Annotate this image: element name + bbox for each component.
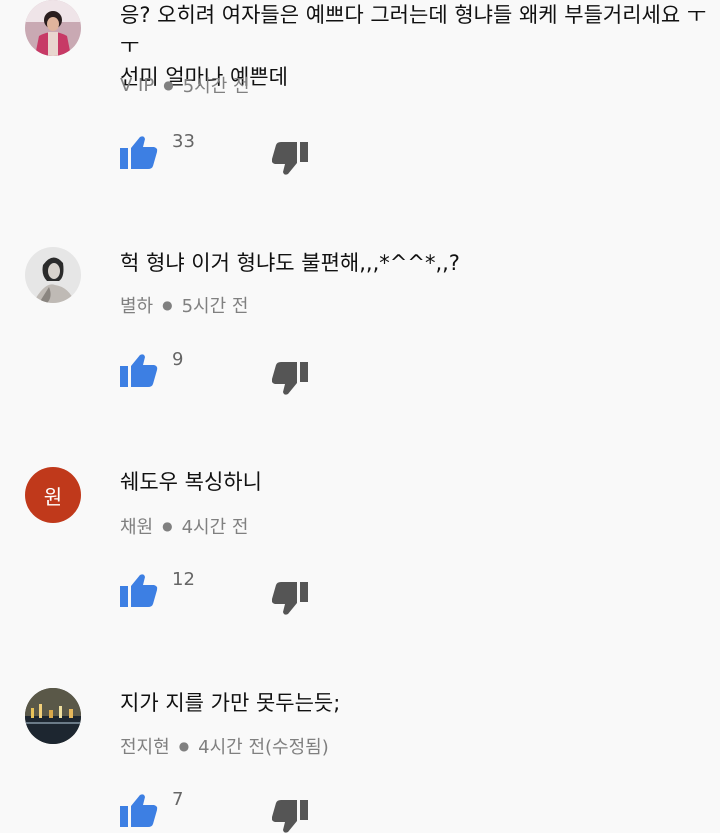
like-count: 12 (172, 569, 195, 590)
like-count: 7 (172, 789, 184, 810)
avatar[interactable]: 원 (25, 467, 81, 523)
thumbs-down-icon[interactable] (272, 800, 308, 833)
comment-time: 5시간 전 (181, 296, 249, 317)
comment-author[interactable]: 별하 (120, 292, 153, 318)
like-group: 7 (120, 789, 183, 827)
comment-meta: 전지현 ● 4시간 전(수정됨) (120, 733, 329, 759)
comment-time: 4시간 전(수정됨) (198, 737, 329, 758)
like-group: 33 (120, 131, 195, 169)
like-group: 9 (120, 349, 183, 387)
like-count: 9 (172, 349, 184, 370)
comment-author[interactable]: 채원 (120, 513, 153, 539)
avatar[interactable] (25, 247, 81, 303)
comment-author[interactable]: V IP (120, 75, 154, 96)
comment-author[interactable]: 전지현 (120, 733, 170, 759)
comment-meta: 별하 ● 5시간 전 (120, 292, 248, 318)
comment-time: 4시간 전 (181, 517, 249, 538)
thumbs-up-icon[interactable] (120, 135, 158, 169)
thumbs-up-icon[interactable] (120, 573, 158, 607)
comment-meta: 채원 ● 4시간 전 (120, 513, 248, 539)
separator-dot: ● (162, 519, 173, 533)
thumbs-down-icon[interactable] (272, 582, 308, 616)
separator-dot: ● (162, 298, 173, 312)
comment-time: 5시간 전 (182, 76, 250, 97)
comment-text: 쉐도우 복싱하니 (120, 470, 262, 494)
thumbs-down-icon[interactable] (272, 142, 308, 176)
like-group: 12 (120, 569, 195, 607)
thumbs-down-icon[interactable] (272, 362, 308, 396)
thumbs-up-icon[interactable] (120, 353, 158, 387)
like-count: 33 (172, 131, 195, 152)
comment-text: 헉 형냐 이거 형냐도 불편해,,,*^^*,,? (120, 251, 460, 275)
comment-meta: V IP ● 5시간 전 (120, 72, 250, 98)
avatar[interactable] (25, 0, 81, 56)
comment-text: 지가 지를 가만 못두는듯; (120, 691, 341, 715)
separator-dot: ● (163, 78, 174, 92)
avatar-letter: 원 (43, 484, 63, 509)
separator-dot: ● (178, 739, 190, 753)
thumbs-up-icon[interactable] (120, 793, 158, 827)
avatar[interactable] (25, 688, 81, 744)
